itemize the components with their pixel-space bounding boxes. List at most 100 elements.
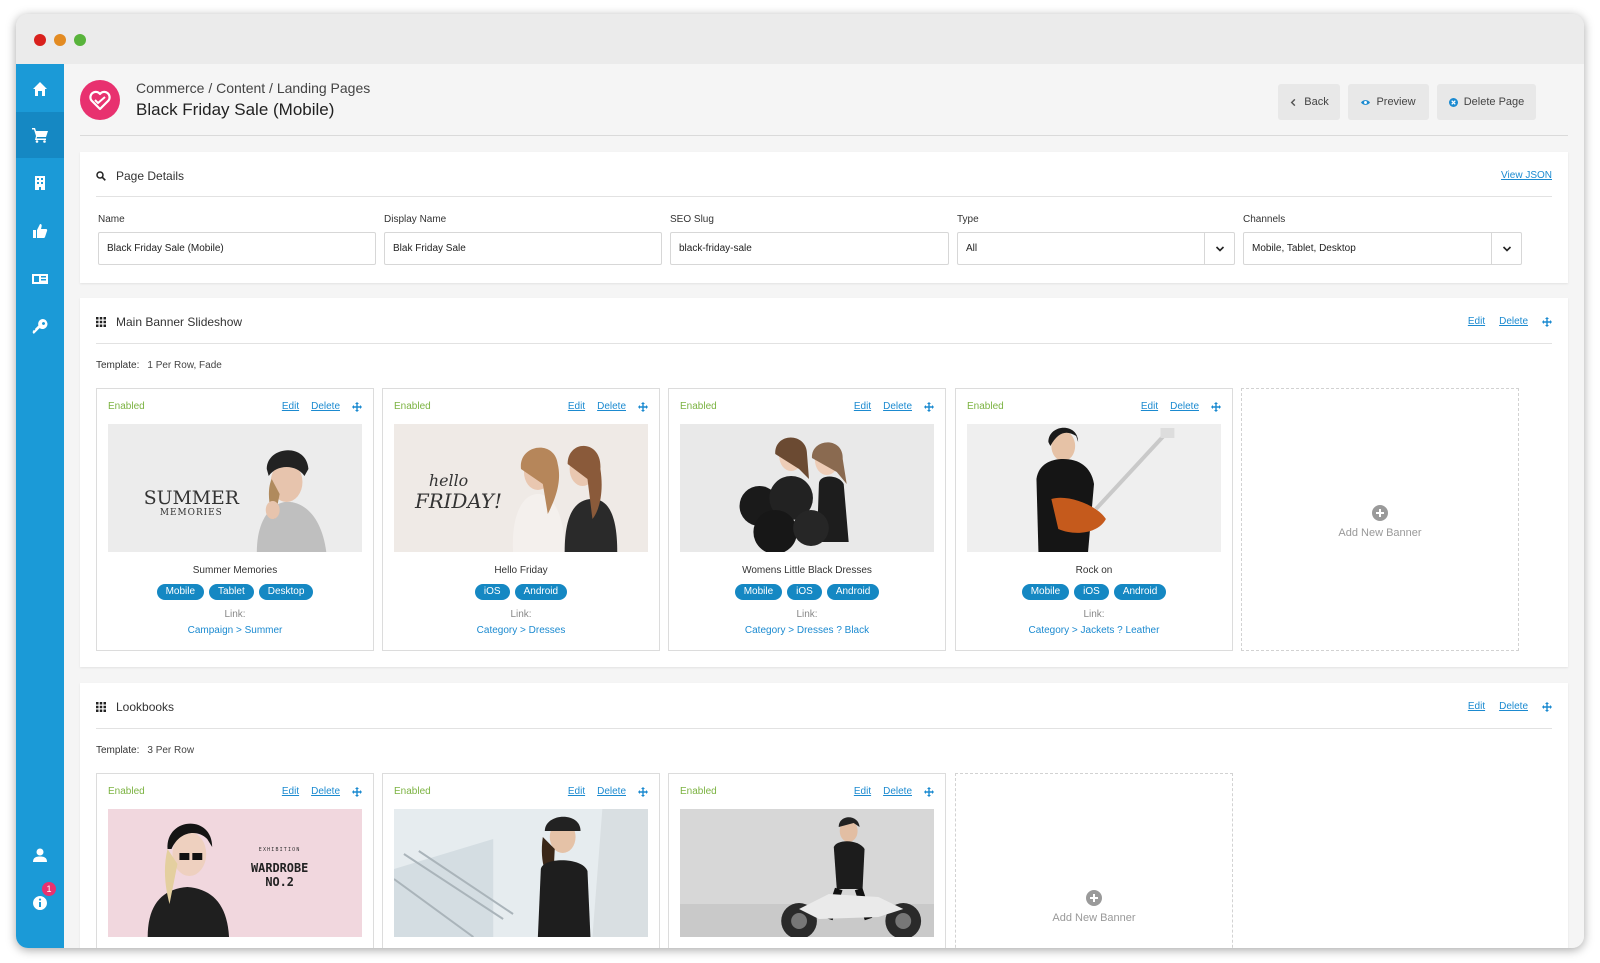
sidebar-item-buildings[interactable]: [16, 160, 64, 206]
notification-badge: 1: [42, 882, 56, 896]
eye-icon: [1361, 99, 1371, 105]
channel-chips: iOS Android: [383, 584, 659, 600]
name-input[interactable]: Black Friday Sale (Mobile): [98, 232, 376, 265]
sidebar-item-commerce[interactable]: [16, 112, 64, 158]
banner-delete-link[interactable]: Delete: [883, 786, 912, 797]
sidebar-item-feedback[interactable]: [16, 208, 64, 254]
banner-delete-link[interactable]: Delete: [597, 401, 626, 412]
move-icon[interactable]: [352, 786, 362, 797]
preview-button[interactable]: Preview: [1348, 84, 1429, 120]
banner-title: Rock on: [1075, 565, 1113, 576]
move-icon[interactable]: [924, 401, 934, 412]
delete-page-button[interactable]: Delete Page: [1437, 84, 1536, 120]
lookbooks-title-text: Lookbooks: [116, 700, 175, 714]
banner-delete-link[interactable]: Delete: [597, 786, 626, 797]
sidebar-item-cards[interactable]: [16, 256, 64, 302]
key-icon: [32, 319, 48, 334]
banner-card-hello-friday[interactable]: Enabled Edit Delete hello FRIDAY! Hello …: [382, 388, 660, 651]
banner-link[interactable]: Category > Dresses ? Black: [669, 625, 945, 636]
preview-button-label: Preview: [1376, 96, 1416, 108]
channel-chip: Android: [826, 584, 880, 600]
move-icon[interactable]: [352, 401, 362, 412]
link-label: Link:: [796, 609, 818, 620]
display-name-label: Display Name: [384, 214, 447, 225]
move-icon[interactable]: [638, 401, 648, 412]
banner-delete-link[interactable]: Delete: [883, 401, 912, 412]
banner-image-title: WARDROBE: [251, 861, 308, 875]
main-banner-title-text: Main Banner Slideshow: [116, 315, 243, 329]
banner-link[interactable]: Campaign > Summer: [97, 625, 373, 636]
add-new-banner-button[interactable]: Add New Banner: [1241, 388, 1519, 651]
main-banner-delete-link[interactable]: Delete: [1499, 316, 1528, 327]
move-icon[interactable]: [1542, 316, 1552, 327]
lookbooks-card: Lookbooks Edit Delete Template: 3 Per Row…: [80, 683, 1568, 948]
banner-edit-link[interactable]: Edit: [568, 786, 585, 797]
display-name-input[interactable]: Blak Friday Sale: [384, 232, 662, 265]
move-icon[interactable]: [1542, 701, 1552, 712]
sidebar-item-home[interactable]: [16, 66, 64, 112]
move-icon[interactable]: [924, 786, 934, 797]
banner-actions: Edit Delete: [282, 786, 362, 797]
banner-card-rock-on[interactable]: Enabled Edit Delete Rock on Mobile iOS A…: [955, 388, 1233, 651]
banner-delete-link[interactable]: Delete: [1170, 401, 1199, 412]
banner-card-womens-little-black-dresses[interactable]: Enabled Edit Delete Womens Little Black …: [668, 388, 946, 651]
add-new-lookbook-label: Add New Banner: [1052, 912, 1136, 924]
banner-status: Enabled: [967, 401, 1004, 412]
channel-chip: iOS: [474, 584, 510, 600]
channels-select[interactable]: Mobile, Tablet, Desktop: [1243, 232, 1522, 265]
minimize-window-dot[interactable]: [54, 34, 66, 46]
banner-link[interactable]: Category > Jackets ? Leather: [956, 625, 1232, 636]
chevron-down-icon: [1215, 245, 1224, 252]
banner-card-summer-memories[interactable]: Enabled Edit Delete SUMMER MEMORIES Summ…: [96, 388, 374, 651]
move-icon[interactable]: [638, 786, 648, 797]
channel-chip: Android: [514, 584, 568, 600]
lookbooks-edit-link[interactable]: Edit: [1468, 701, 1485, 712]
banner-edit-link[interactable]: Edit: [568, 401, 585, 412]
channels-dropdown-toggle[interactable]: [1491, 233, 1521, 264]
type-select[interactable]: All: [957, 232, 1235, 265]
banner-delete-link[interactable]: Delete: [311, 786, 340, 797]
banner-card-header: Enabled Edit Delete: [394, 401, 648, 412]
back-button[interactable]: Back: [1278, 84, 1340, 120]
banner-actions: Edit Delete: [282, 401, 362, 412]
page-title: Black Friday Sale (Mobile): [136, 100, 335, 119]
main-banner-edit-link[interactable]: Edit: [1468, 316, 1485, 327]
lookbooks-delete-link[interactable]: Delete: [1499, 701, 1528, 712]
window-titlebar: [16, 14, 1584, 64]
close-window-dot[interactable]: [34, 34, 46, 46]
main-content: Commerce / Content / Landing Pages Black…: [64, 64, 1584, 948]
banner-edit-link[interactable]: Edit: [282, 786, 299, 797]
lookbook-card-3[interactable]: Enabled Edit Delete: [668, 773, 946, 948]
template-label: Template:: [96, 360, 140, 371]
banner-delete-link[interactable]: Delete: [311, 401, 340, 412]
sidebar-item-keys[interactable]: [16, 304, 64, 350]
move-icon[interactable]: [1211, 401, 1221, 412]
sidebar-item-account[interactable]: [16, 832, 64, 878]
type-dropdown-toggle[interactable]: [1204, 233, 1234, 264]
heart-logo-icon: [89, 90, 111, 111]
banner-status: Enabled: [394, 401, 431, 412]
seo-slug-input[interactable]: black-friday-sale: [670, 232, 949, 265]
page-details-title-text: Page Details: [116, 169, 185, 183]
banner-edit-link[interactable]: Edit: [282, 401, 299, 412]
lookbook-card-wardrobe[interactable]: Enabled Edit Delete EXHIBITION WARDROBE …: [96, 773, 374, 948]
lookbook-card-2[interactable]: Enabled Edit Delete: [382, 773, 660, 948]
channel-chip: iOS: [787, 584, 822, 600]
maximize-window-dot[interactable]: [74, 34, 86, 46]
add-new-lookbook-button[interactable]: Add New Banner: [955, 773, 1233, 948]
link-label: Link:: [1083, 609, 1105, 620]
main-banner-title: Main Banner Slideshow: [96, 315, 242, 329]
banner-image-subtitle: MEMORIES: [160, 508, 223, 518]
lookbooks-title: Lookbooks: [96, 700, 174, 714]
channel-chip: Mobile: [734, 584, 783, 600]
banner-card-header: Enabled Edit Delete: [967, 401, 1221, 412]
view-json-link[interactable]: View JSON: [1501, 170, 1552, 181]
banner-edit-link[interactable]: Edit: [854, 786, 871, 797]
banner-link[interactable]: Category > Dresses: [383, 625, 659, 636]
banner-edit-link[interactable]: Edit: [854, 401, 871, 412]
grid-icon: [96, 702, 106, 712]
template-label: Template:: [96, 745, 140, 756]
header-divider: [80, 135, 1568, 136]
sidebar-item-info[interactable]: 1: [16, 880, 64, 926]
banner-edit-link[interactable]: Edit: [1141, 401, 1158, 412]
